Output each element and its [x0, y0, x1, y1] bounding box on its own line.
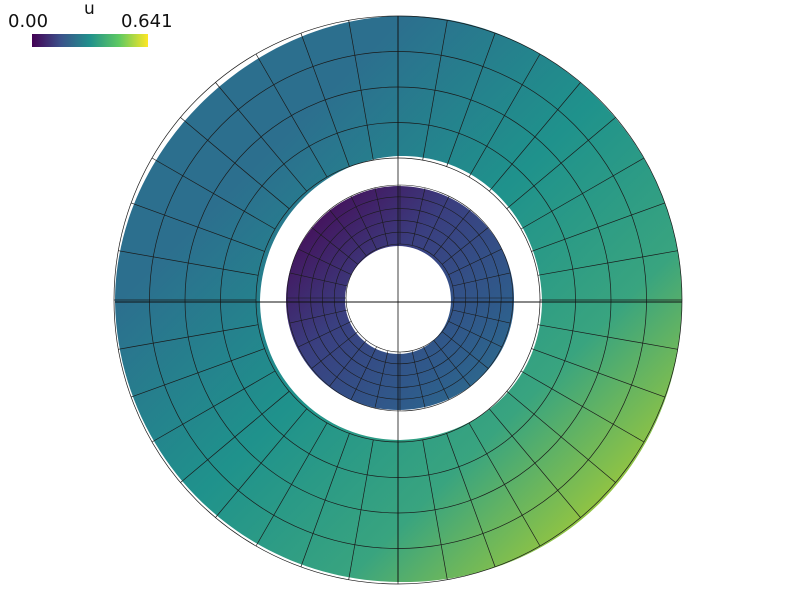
annulus-mesh-render	[113, 15, 683, 585]
inner-ring	[286, 184, 515, 412]
outer-ring-fill	[115, 15, 683, 583]
